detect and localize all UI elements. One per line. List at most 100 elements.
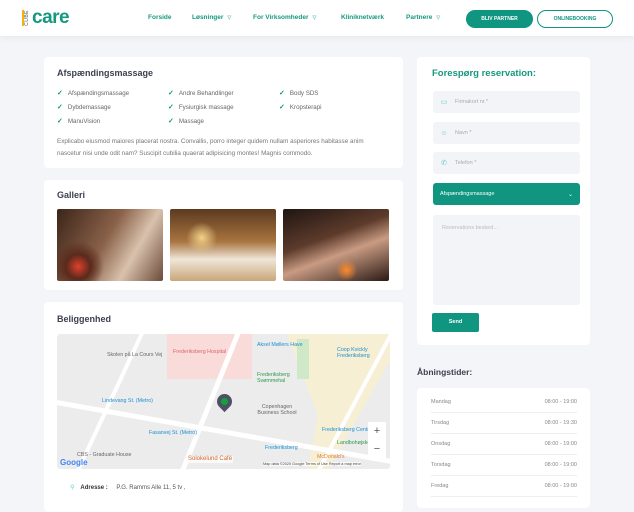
treatment-title: Afspændingsmassage <box>57 68 154 78</box>
location-title: Beliggenhed <box>57 314 112 324</box>
nav-kliniknetvaerk[interactable]: Kliniknetværk <box>341 14 384 21</box>
hours-row: Torsdag 08:00 - 19:00 <box>431 455 577 476</box>
selected-value: Afspændingsmassage <box>440 191 495 197</box>
hours-row: Fredag 08:00 - 19:00 <box>431 476 577 497</box>
check-icon: ✓ <box>57 118 63 125</box>
opening-hours-title: Åbningstider: <box>417 367 473 377</box>
feature-item: ✓ Dybdemassage <box>57 103 111 112</box>
feature-item: ✓ Massage <box>168 117 204 126</box>
phone-icon: ✆ <box>441 160 447 167</box>
gallery-image[interactable] <box>57 209 163 281</box>
reservation-card: Forespørg reservation: ▭ Firmakort nr.* ☺… <box>417 57 590 345</box>
logo[interactable]: CUBE care <box>22 7 70 28</box>
map-label: McDonald's <box>317 454 345 460</box>
hours-row: Tirsdag 08:00 - 19:30 <box>431 413 577 434</box>
address-value: P.G. Ramms Alle 11, 5 tv , <box>116 484 186 491</box>
map-label: Coop Kvickly Frederiksberg <box>337 347 370 359</box>
map-area <box>167 334 252 379</box>
gallery-card: Galleri <box>44 180 403 290</box>
check-icon: ✓ <box>279 90 285 97</box>
map-label: Skolen på La Cours Vej <box>107 352 163 358</box>
feature-label: Massage <box>178 117 204 125</box>
feature-item: ✓ Andre Behandlinger <box>168 89 234 98</box>
map-label: Frederiksberg Hospital <box>173 349 227 355</box>
time: 08:00 - 19:00 <box>544 483 577 489</box>
feature-item: ✓ ManuVision <box>57 117 101 126</box>
feature-label: Kropsterapi <box>289 103 322 111</box>
chevron-down-icon: ▽ <box>312 15 317 21</box>
feature-item: ✓ Kropsterapi <box>279 103 322 112</box>
gallery-title: Galleri <box>57 190 86 200</box>
address-row: ⚲ Adresse : P.G. Ramms Alle 11, 5 tv , <box>70 484 186 492</box>
time: 08:00 - 19:00 <box>544 399 577 405</box>
zoom-in-button[interactable]: + <box>368 422 386 440</box>
check-icon: ✓ <box>279 104 285 111</box>
message-textarea[interactable]: Reservations besked... <box>433 215 580 305</box>
check-icon: ✓ <box>168 90 174 97</box>
check-icon: ✓ <box>168 118 174 125</box>
name-input[interactable]: ☺ Navn * <box>433 122 580 144</box>
treatment-select[interactable]: Afspændingsmassage ⌄ <box>433 183 580 205</box>
location-card: Beliggenhed Skolen på La Cours Vej Frede… <box>44 302 403 512</box>
site-header: CUBE care Forside Løsninger ▽ For Virksom… <box>0 0 634 36</box>
feature-label: ManuVision <box>67 117 101 125</box>
feature-item: ✓ Body SDS <box>279 89 318 98</box>
day: Fredag <box>431 483 449 489</box>
chevron-down-icon: ⌄ <box>567 191 573 198</box>
time: 08:00 - 19:00 <box>544 441 577 447</box>
treatment-card: Afspændingsmassage ✓ Afspændingsmassage ✓… <box>44 57 403 168</box>
nav-partnere[interactable]: Partnere ▽ <box>406 14 440 21</box>
check-icon: ✓ <box>57 104 63 111</box>
map-label: Lindevang St. (Metro) <box>102 398 153 404</box>
location-pin-icon: ⚲ <box>70 485 75 491</box>
placeholder: Reservations besked... <box>442 225 498 231</box>
feature-label: Andre Behandlinger <box>178 89 234 97</box>
map-zoom-controls: + − <box>368 422 386 459</box>
map-footer: Map data ©2020 Google Terms of Use Repor… <box>263 462 361 466</box>
id-card-icon: ▭ <box>440 99 448 106</box>
map-marker-icon[interactable] <box>213 390 236 413</box>
gallery-image[interactable] <box>283 209 389 281</box>
google-logo: Google <box>60 458 88 467</box>
map-label: Copenhagen Business School <box>257 404 297 416</box>
feature-label: Dybdemassage <box>67 103 111 111</box>
placeholder: Navn * <box>455 130 472 136</box>
opening-hours-card: Mandag 08:00 - 19:00 Tirsdag 08:00 - 19:30… <box>417 388 590 508</box>
nav-forside[interactable]: Forside <box>148 14 171 21</box>
gallery-image[interactable] <box>170 209 276 281</box>
send-button[interactable]: Send <box>432 313 479 332</box>
become-partner-button[interactable]: BLIV PARTNER <box>466 10 533 28</box>
check-icon: ✓ <box>57 90 63 97</box>
chevron-down-icon: ▽ <box>227 15 232 21</box>
map-label: Frederiksberg Centret <box>322 427 374 433</box>
time: 08:00 - 19:30 <box>544 420 577 426</box>
day: Torsdag <box>431 462 451 468</box>
user-icon: ☺ <box>440 129 448 137</box>
address-label: Adresse : <box>80 484 108 491</box>
feature-item: ✓ Fysiurgisk massage <box>168 103 234 112</box>
phone-input[interactable]: ✆ Telefon * <box>433 152 580 174</box>
online-booking-button[interactable]: ONLINEBOOKING <box>537 10 613 28</box>
reservation-title: Forespørg reservation: <box>432 68 536 79</box>
nav-label: Løsninger <box>192 14 224 21</box>
logo-small: CUBE <box>22 9 30 26</box>
map-label: Fasanvej St. (Metro) <box>149 430 197 436</box>
map-label: Solokelund Café <box>187 456 234 463</box>
nav-losninger[interactable]: Løsninger ▽ <box>192 14 231 21</box>
time: 08:00 - 19:00 <box>544 462 577 468</box>
nav-label: For Virksomheder <box>253 14 309 21</box>
zoom-out-button[interactable]: − <box>368 440 386 458</box>
map[interactable]: Skolen på La Cours Vej Frederiksberg Hos… <box>57 334 390 469</box>
chevron-down-icon: ▽ <box>436 15 441 21</box>
placeholder: Firmakort nr.* <box>455 99 489 105</box>
nav-label: Partnere <box>406 14 433 21</box>
feature-item: ✓ Afspændingsmassage <box>57 89 129 98</box>
treatment-description: Explicabo eiusmod maiores placerat nostr… <box>57 138 364 157</box>
feature-label: Fysiurgisk massage <box>178 103 234 111</box>
hours-row: Mandag 08:00 - 19:00 <box>431 392 577 413</box>
logo-main: care <box>32 7 70 28</box>
placeholder: Telefon * <box>455 160 477 166</box>
day: Tirsdag <box>431 420 450 426</box>
nav-for-virksomheder[interactable]: For Virksomheder ▽ <box>253 14 316 21</box>
company-card-input[interactable]: ▭ Firmakort nr.* <box>433 91 580 113</box>
